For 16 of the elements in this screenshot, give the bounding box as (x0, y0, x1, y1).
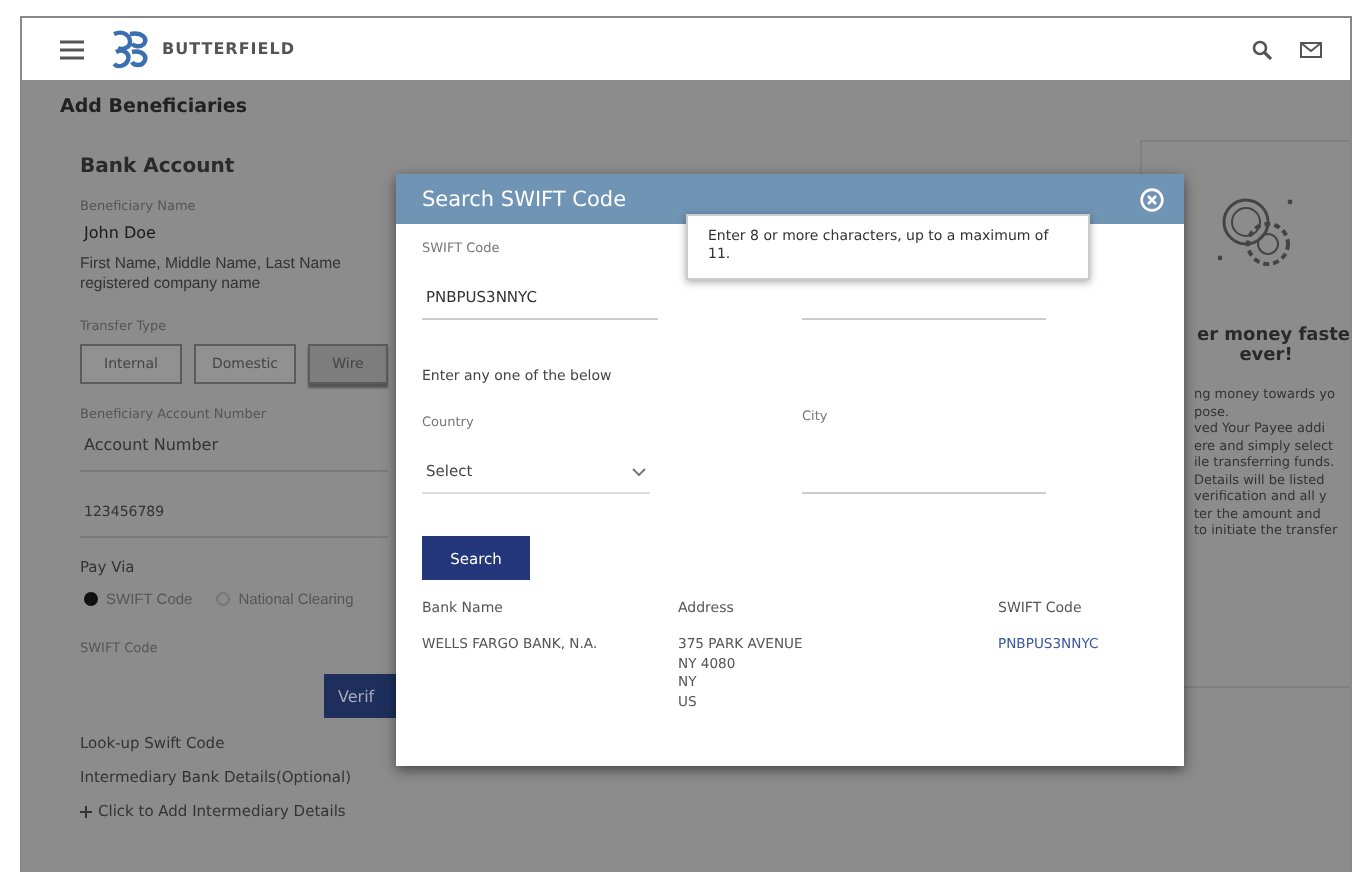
name-field[interactable]: John Doe (80, 224, 156, 242)
chevron-down-icon (632, 467, 646, 475)
verify-button[interactable]: Verif (324, 674, 396, 718)
menu-icon[interactable] (60, 39, 84, 59)
close-icon[interactable] (1140, 187, 1164, 211)
page-title: Add Beneficiaries (60, 96, 250, 118)
radio-button[interactable] (84, 592, 98, 606)
brand-name: BUTTERFIELD (162, 40, 295, 58)
logo-icon (108, 29, 152, 69)
account-number-field[interactable]: Account Number (80, 432, 388, 472)
section-title: Bank Account (80, 156, 235, 178)
mail-icon[interactable] (1300, 41, 1322, 57)
search-icon[interactable] (1252, 39, 1272, 59)
dialog-title: Search SWIFT Code (422, 187, 627, 211)
plus-icon (80, 805, 92, 817)
promo-heading: er money faste ever! (1195, 326, 1350, 366)
